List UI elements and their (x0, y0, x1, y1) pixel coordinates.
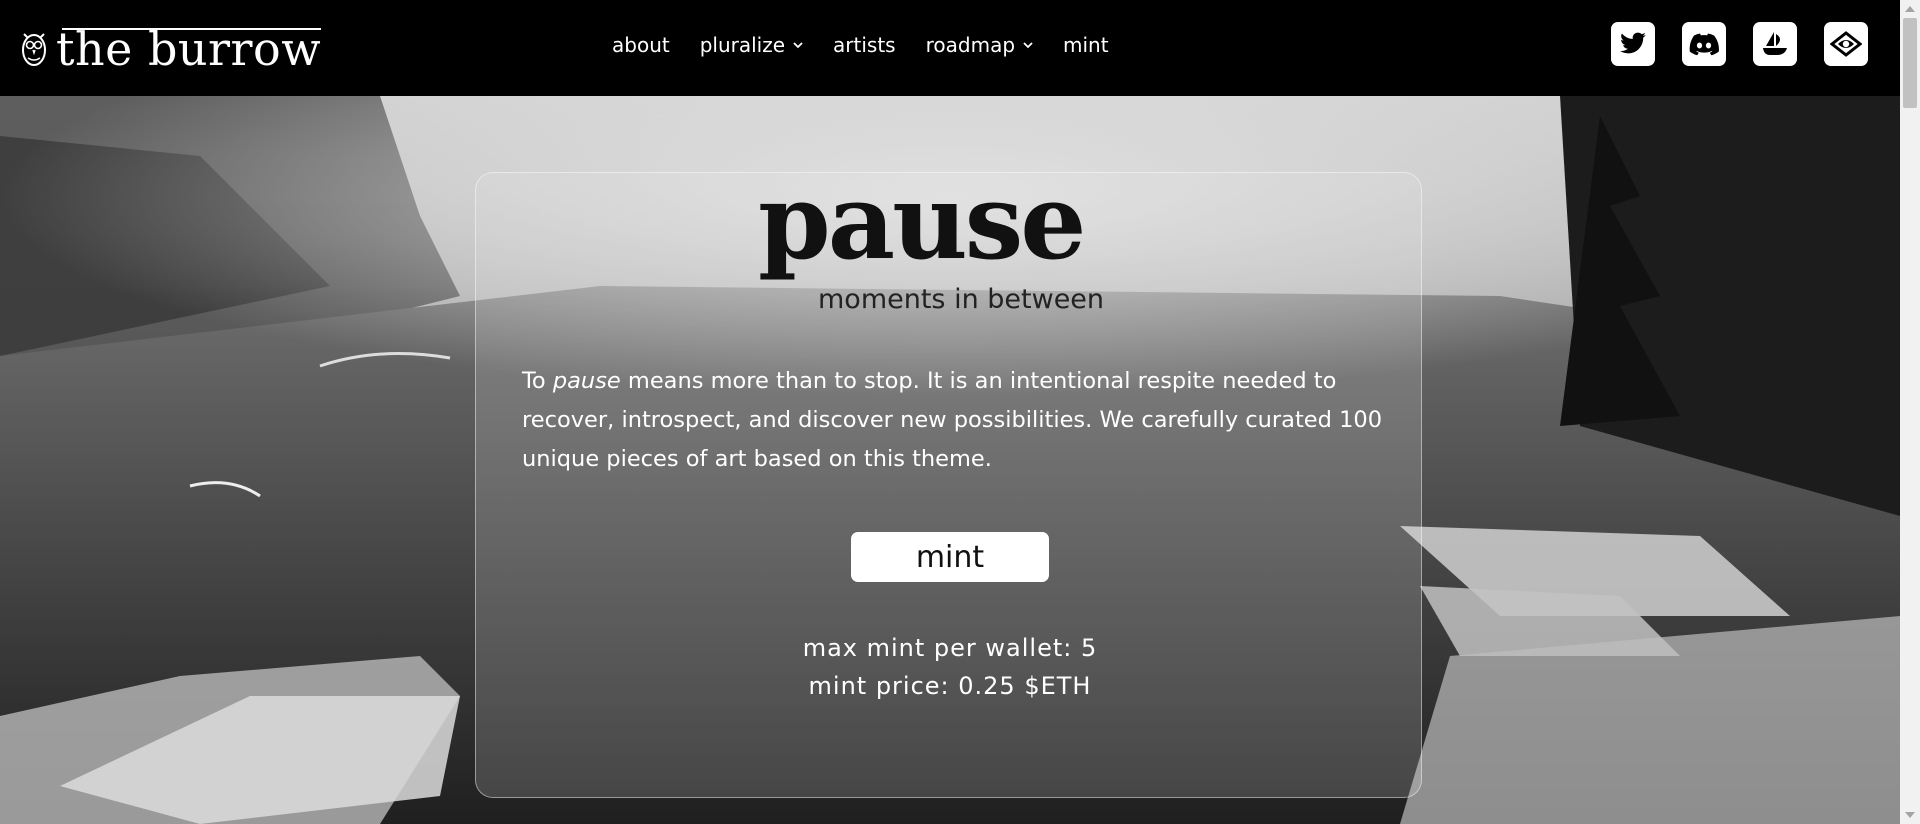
eye-icon (1830, 31, 1862, 57)
nav-artists[interactable]: artists (833, 33, 896, 57)
top-navigation-bar: the burrow about pluralize artists roadm… (0, 0, 1900, 96)
collection-title: pause (758, 160, 1086, 283)
main-nav: about pluralize artists roadmap mint (612, 33, 1139, 57)
opensea-icon (1763, 32, 1787, 55)
scroll-up-arrow-icon[interactable] (1905, 6, 1915, 12)
brand-logo[interactable]: the burrow (20, 22, 322, 76)
nav-roadmap[interactable]: roadmap (926, 33, 1033, 57)
nav-about[interactable]: about (612, 33, 670, 57)
opensea-link[interactable] (1753, 22, 1797, 66)
eye-link[interactable] (1824, 22, 1868, 66)
nav-roadmap-label: roadmap (925, 33, 1016, 57)
nav-about-label: about (612, 33, 670, 57)
max-mint-info: max mint per wallet: 5 (802, 634, 1098, 662)
brand-name: the burrow (56, 22, 322, 76)
owl-icon (22, 33, 46, 66)
nav-artists-label: artists (833, 33, 896, 57)
discord-link[interactable] (1682, 22, 1726, 66)
nav-pluralize[interactable]: pluralize (700, 33, 803, 57)
scrollbar-thumb[interactable] (1903, 18, 1917, 108)
scroll-down-arrow-icon[interactable] (1905, 812, 1915, 818)
social-links (1584, 22, 1868, 66)
mint-price-info: mint price: 0.25 $ETH (808, 672, 1092, 700)
pause-logo: pause moments in between (758, 170, 1138, 322)
nav-pluralize-label: pluralize (699, 33, 786, 57)
mint-button[interactable]: mint (851, 532, 1049, 582)
description-emphasis: pause (552, 368, 621, 394)
twitter-link[interactable] (1611, 22, 1655, 66)
twitter-icon (1620, 32, 1646, 54)
description-prefix: To (522, 368, 553, 394)
chevron-down-icon (793, 42, 803, 49)
discord-icon (1689, 33, 1719, 56)
collection-description: To pause means more than to stop. It is … (522, 362, 1382, 479)
collection-subtitle: moments in between (818, 284, 1105, 315)
description-rest: means more than to stop. It is an intent… (522, 368, 1383, 472)
page-scrollbar[interactable] (1900, 0, 1920, 824)
chevron-down-icon (1023, 42, 1033, 49)
nav-mint[interactable]: mint (1063, 33, 1109, 57)
nav-mint-label: mint (1063, 33, 1109, 57)
